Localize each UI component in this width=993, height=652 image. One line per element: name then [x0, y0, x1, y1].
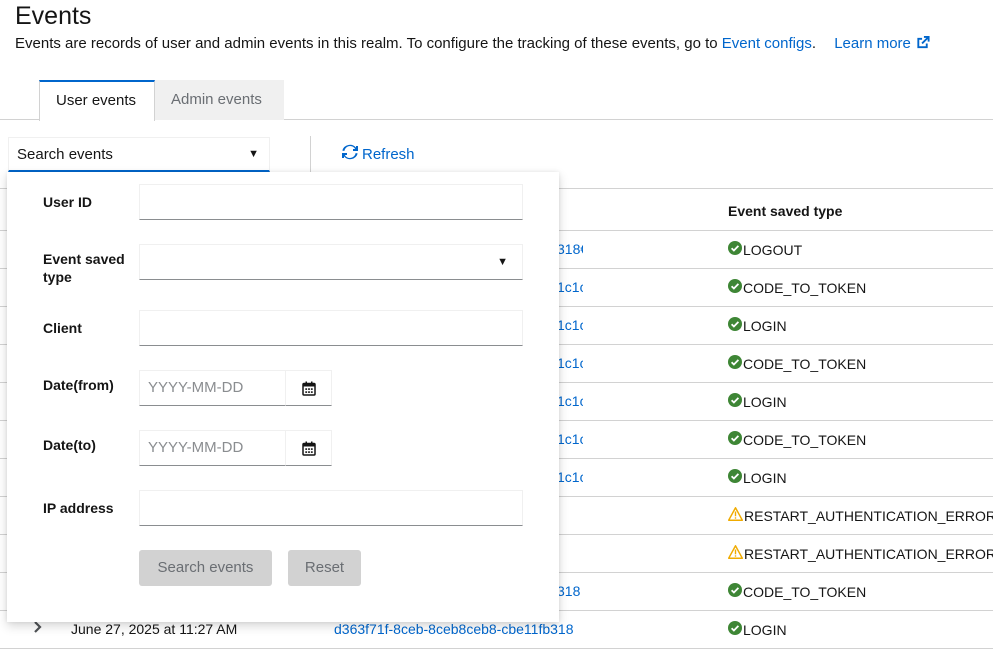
- event-type: CODE_TO_TOKEN: [728, 431, 866, 448]
- event-type-label: CODE_TO_TOKEN: [743, 431, 867, 448]
- event-tabs: User events Admin events: [0, 80, 993, 121]
- page-description: Events are records of user and admin eve…: [15, 35, 931, 54]
- user-link[interactable]: 1c1c: [557, 431, 583, 447]
- check-circle-icon: [728, 393, 742, 410]
- client-label: Client: [43, 320, 82, 336]
- event-type-label: RESTART_AUTHENTICATION_ERROR: [744, 507, 993, 524]
- check-circle-icon: [728, 317, 742, 334]
- event-type-label: CODE_TO_TOKEN: [743, 355, 867, 372]
- event-saved-type-select[interactable]: ▼: [139, 244, 523, 280]
- event-type: RESTART_AUTHENTICATION_ERROR: [727, 507, 993, 524]
- event-type: CODE_TO_TOKEN: [728, 583, 866, 600]
- event-type-label: CODE_TO_TOKEN: [743, 583, 867, 600]
- event-configs-link[interactable]: Event configs: [722, 35, 812, 52]
- event-type: LOGOUT: [728, 241, 802, 258]
- event-type: CODE_TO_TOKEN: [728, 355, 866, 372]
- user-link[interactable]: 318: [557, 583, 583, 599]
- search-toggle-label: Search events: [17, 146, 113, 163]
- ip-address-label: IP address: [43, 500, 114, 516]
- tab-user-events[interactable]: User events: [39, 80, 155, 121]
- search-events-button[interactable]: Search events: [139, 550, 272, 586]
- search-events-panel: User ID Event saved type ▼ Client Date(f…: [7, 172, 559, 622]
- learn-more-link[interactable]: Learn more: [834, 35, 931, 52]
- event-type: LOGIN: [728, 393, 787, 410]
- refresh-label: Refresh: [362, 145, 415, 163]
- user-link[interactable]: 1c1c: [557, 279, 583, 295]
- check-circle-icon: [728, 355, 742, 372]
- user-link[interactable]: d363f71f-8ceb-8ceb8ceb8-cbe11fb318: [334, 621, 573, 637]
- event-saved-type-label: Event saved type: [43, 251, 125, 285]
- check-circle-icon: [728, 583, 742, 600]
- event-type-label: LOGIN: [743, 469, 787, 486]
- event-type-label: LOGIN: [743, 393, 787, 410]
- toolbar-divider: [310, 136, 311, 172]
- refresh-button[interactable]: Refresh: [342, 144, 415, 164]
- event-type-label: LOGOUT: [743, 241, 803, 258]
- date-to-picker: YYYY-MM-DD: [139, 430, 332, 466]
- description-text: Events are records of user and admin eve…: [15, 35, 718, 52]
- date-from-picker: YYYY-MM-DD: [139, 370, 332, 406]
- date-from-label: Date(from): [43, 377, 114, 393]
- user-link[interactable]: 1c1c: [557, 355, 583, 371]
- user-id-input[interactable]: [139, 184, 523, 220]
- event-time: June 27, 2025 at 11:27 AM: [71, 621, 238, 637]
- user-link[interactable]: 1c1c: [557, 317, 583, 333]
- caret-down-icon: ▼: [248, 148, 259, 160]
- warning-triangle-icon: [727, 507, 744, 524]
- refresh-icon: [342, 144, 358, 164]
- check-circle-icon: [728, 621, 742, 638]
- event-type: LOGIN: [728, 317, 787, 334]
- event-type: RESTART_AUTHENTICATION_ERROR: [727, 545, 993, 562]
- tab-admin-events[interactable]: Admin events: [155, 80, 284, 120]
- event-type: LOGIN: [728, 469, 787, 486]
- description-period: .: [811, 35, 817, 52]
- warning-triangle-icon: [727, 545, 744, 562]
- date-to-input[interactable]: YYYY-MM-DD: [139, 430, 286, 466]
- user-id-label: User ID: [43, 194, 93, 210]
- calendar-icon[interactable]: [285, 430, 332, 466]
- event-type-label: LOGIN: [743, 621, 787, 638]
- external-link-icon: [915, 35, 931, 54]
- ip-address-input[interactable]: [139, 490, 523, 526]
- check-circle-icon: [728, 469, 742, 486]
- event-type-label: RESTART_AUTHENTICATION_ERROR: [744, 545, 993, 562]
- search-events-toggle[interactable]: Search events ▼: [8, 137, 270, 172]
- check-circle-icon: [728, 431, 742, 448]
- client-input[interactable]: [139, 310, 523, 346]
- caret-down-icon: ▼: [497, 256, 508, 268]
- chevron-right-icon[interactable]: [33, 620, 43, 636]
- event-type: CODE_TO_TOKEN: [728, 279, 866, 296]
- event-type-label: LOGIN: [743, 317, 787, 334]
- learn-more-label: Learn more: [834, 35, 911, 52]
- user-link[interactable]: 1c1c: [557, 469, 583, 485]
- date-to-label: Date(to): [43, 437, 96, 453]
- check-circle-icon: [728, 279, 742, 296]
- reset-button[interactable]: Reset: [288, 550, 361, 586]
- event-type-label: CODE_TO_TOKEN: [743, 279, 867, 296]
- check-circle-icon: [728, 241, 742, 258]
- page-title: Events: [15, 2, 92, 30]
- user-link[interactable]: 1c1c: [557, 393, 583, 409]
- user-link[interactable]: 318€: [557, 241, 583, 257]
- column-header-event-saved-type: Event saved type: [728, 203, 843, 219]
- date-from-input[interactable]: YYYY-MM-DD: [139, 370, 286, 406]
- event-type: LOGIN: [728, 621, 787, 638]
- calendar-icon[interactable]: [285, 370, 332, 406]
